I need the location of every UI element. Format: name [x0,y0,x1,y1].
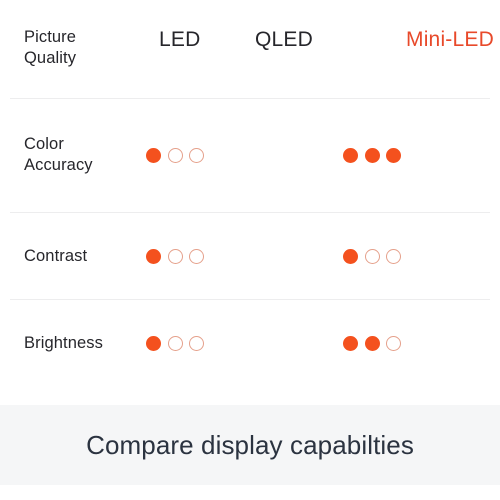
rating-dot-filled [343,248,358,264]
footer-banner: Compare display capabilties [0,405,500,485]
rating-dot-filled [343,335,358,351]
table-row-brightness: Brightness [0,320,500,366]
row-label-brightness: Brightness [0,333,139,354]
divider-header [10,98,490,99]
comparison-table: Picture Quality LED QLED Mini-LED Color … [0,0,500,405]
row-label-line1: Contrast [24,246,88,265]
row-label-contrast: Contrast [0,246,139,267]
rating-color-accuracy-led [139,147,231,163]
footer-caption: Compare display capabilties [86,430,414,460]
rating-dot-empty [167,335,183,351]
row-label-line1: Brightness [24,333,103,352]
rating-brightness-mini-led [366,336,500,351]
rating-contrast-led [139,248,231,264]
rating-contrast-qled [231,248,401,264]
rating-brightness-led [139,335,231,351]
table-row-contrast: Contrast [0,233,500,279]
rating-brightness-qled [231,335,401,351]
row-label-line2: Accuracy [24,156,93,174]
rating-color-accuracy-qled [231,147,401,163]
header-row-label-line1: Picture [24,28,77,46]
rating-color-accuracy-mini-led [366,148,500,163]
rating-dot-filled [146,147,162,163]
rating-dot-filled [146,335,162,351]
rating-dot-filled [146,248,162,264]
rating-contrast-mini-led [366,249,500,264]
column-header-led[interactable]: LED [150,22,250,53]
header-row-label: Picture Quality [0,22,150,69]
rating-dot-empty [189,248,205,264]
table-row-color-accuracy: Color Accuracy [0,132,500,178]
row-label-line1: Color [24,135,64,153]
column-header-mini-led[interactable]: Mini-LED [385,22,500,53]
row-label-color-accuracy: Color Accuracy [0,134,139,176]
rating-dot-empty [167,147,183,163]
column-header-qled[interactable]: QLED [250,22,385,53]
table-header-row: Picture Quality LED QLED Mini-LED [0,22,500,78]
header-row-label-line2: Quality [24,49,77,67]
divider-row-2 [10,299,490,300]
rating-dot-empty [167,248,183,264]
comparison-card: Picture Quality LED QLED Mini-LED Color … [0,0,500,500]
rating-dot-empty [189,335,205,351]
rating-dot-empty [189,147,205,163]
divider-row-1 [10,212,490,213]
rating-dot-filled [343,147,358,163]
